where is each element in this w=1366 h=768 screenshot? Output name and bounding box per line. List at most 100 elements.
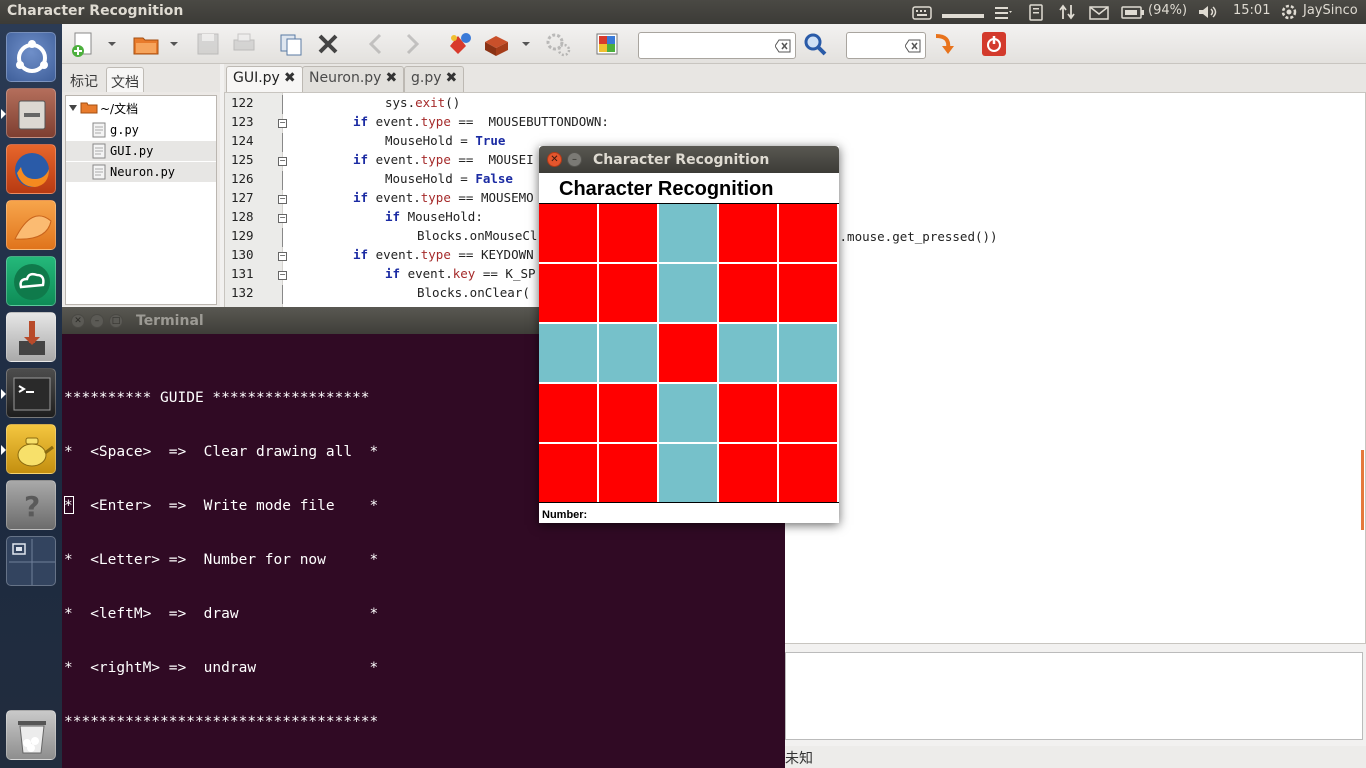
grid-cell-filled[interactable]	[539, 444, 597, 502]
workspace-switcher-icon[interactable]	[6, 536, 56, 586]
close-icon[interactable]: ✕	[547, 152, 562, 167]
grid-cell-empty[interactable]	[659, 204, 717, 262]
tab-gui-py[interactable]: GUI.py ✖	[226, 66, 303, 92]
close-tab-icon[interactable]: ✖	[446, 70, 458, 86]
minimize-icon[interactable]: –	[90, 314, 104, 328]
terminal-icon[interactable]	[1, 368, 56, 418]
fold-toggle-icon[interactable]: −	[278, 271, 287, 280]
print-icon[interactable]	[230, 30, 258, 58]
firefox-icon[interactable]	[6, 144, 56, 194]
keyboard-icon[interactable]	[912, 3, 932, 21]
ubuntu-dash-icon[interactable]	[6, 32, 56, 82]
close-tab-icon[interactable]: ✖	[284, 70, 296, 86]
tab-bookmarks[interactable]: 标记	[66, 67, 102, 93]
grid-cell-filled[interactable]	[599, 204, 657, 262]
grid-cell-empty[interactable]	[659, 444, 717, 502]
network-icon[interactable]	[1027, 3, 1045, 21]
grid-cell-filled[interactable]	[599, 444, 657, 502]
grid-cell-filled[interactable]	[779, 204, 837, 262]
terminal-line: * <leftM> => draw *	[64, 606, 379, 622]
installer-icon[interactable]	[6, 312, 56, 362]
files-icon[interactable]	[1, 88, 56, 138]
grid-cell-filled[interactable]	[719, 444, 777, 502]
orange-app-icon[interactable]	[6, 200, 56, 250]
close-tab-icon[interactable]: ✖	[385, 70, 397, 86]
power-gear-icon[interactable]	[1279, 3, 1299, 21]
goto-line-input[interactable]	[846, 32, 926, 59]
search-icon[interactable]	[801, 30, 829, 58]
grid-cell-filled[interactable]	[719, 204, 777, 262]
input-method-indicator[interactable]	[942, 12, 984, 20]
grid-cell-empty[interactable]	[779, 324, 837, 382]
copy-icon[interactable]	[277, 30, 305, 58]
grid-cell-filled[interactable]	[599, 264, 657, 322]
teapot-app-icon[interactable]	[1, 424, 56, 474]
grid-cell-filled[interactable]	[779, 384, 837, 442]
tab-neuron-py[interactable]: Neuron.py ✖	[302, 66, 405, 92]
scrollbar-indicator[interactable]	[1361, 450, 1364, 530]
plugin-brick-icon[interactable]	[482, 30, 510, 58]
help-icon[interactable]: ?	[6, 480, 56, 530]
drawing-grid[interactable]	[539, 203, 839, 503]
menu-icon[interactable]	[994, 3, 1014, 21]
tree-root[interactable]: ~/文档	[66, 98, 216, 118]
fold-line	[282, 95, 283, 114]
save-icon[interactable]	[194, 30, 222, 58]
run-tool-icon[interactable]	[446, 30, 474, 58]
grid-cell-filled[interactable]	[539, 384, 597, 442]
tree-item-gui-py[interactable]: GUI.py	[66, 141, 216, 161]
grid-cell-empty[interactable]	[599, 324, 657, 382]
color-picker-icon[interactable]	[593, 30, 621, 58]
tree-item-neuron-py[interactable]: Neuron.py	[66, 162, 216, 182]
grid-cell-filled[interactable]	[779, 264, 837, 322]
grid-cell-filled[interactable]	[779, 444, 837, 502]
fold-toggle-icon[interactable]: −	[278, 214, 287, 223]
expander-icon[interactable]	[68, 103, 78, 113]
grid-cell-filled[interactable]	[599, 384, 657, 442]
fold-toggle-icon[interactable]: −	[278, 195, 287, 204]
quit-power-icon[interactable]	[980, 30, 1008, 58]
grid-cell-empty[interactable]	[539, 324, 597, 382]
minimize-icon[interactable]: –	[567, 152, 582, 167]
character-recognition-window[interactable]: ✕ – Character Recognition Character Reco…	[539, 146, 839, 523]
close-icon[interactable]: ✕	[71, 314, 85, 328]
grid-cell-empty[interactable]	[659, 264, 717, 322]
battery-icon[interactable]	[1121, 3, 1145, 21]
open-folder-icon[interactable]	[132, 30, 160, 58]
grid-cell-filled[interactable]	[659, 324, 717, 382]
grid-cell-filled[interactable]	[719, 384, 777, 442]
back-arrow-icon[interactable]	[362, 30, 390, 58]
volume-icon[interactable]	[1197, 3, 1219, 21]
grid-cell-empty[interactable]	[719, 324, 777, 382]
mail-icon[interactable]	[1089, 3, 1109, 21]
cloud-sync-icon[interactable]	[6, 256, 56, 306]
user-name[interactable]: JaySinco	[1303, 3, 1358, 18]
status-language[interactable]: 未知	[785, 748, 813, 768]
maximize-icon[interactable]: □	[109, 314, 123, 328]
grid-cell-empty[interactable]	[659, 384, 717, 442]
grid-cell-filled[interactable]	[719, 264, 777, 322]
new-dropdown-chevron-icon[interactable]	[106, 30, 118, 58]
jump-arrow-icon[interactable]	[930, 30, 958, 58]
tab-documents[interactable]: 文档	[106, 67, 144, 93]
tab-g-py[interactable]: g.py ✖	[404, 66, 465, 92]
new-document-icon[interactable]	[70, 30, 98, 58]
grid-cell-filled[interactable]	[539, 204, 597, 262]
search-input[interactable]	[638, 32, 796, 59]
tree-item-g-py[interactable]: g.py	[66, 120, 216, 140]
clear-goto-icon[interactable]	[905, 39, 921, 53]
cr-titlebar[interactable]: ✕ – Character Recognition	[539, 146, 839, 173]
open-dropdown-chevron-icon[interactable]	[168, 30, 180, 58]
fold-toggle-icon[interactable]: −	[278, 119, 287, 128]
trash-icon[interactable]	[6, 710, 56, 760]
fold-toggle-icon[interactable]: −	[278, 157, 287, 166]
fold-toggle-icon[interactable]: −	[278, 252, 287, 261]
updown-icon[interactable]	[1058, 3, 1076, 21]
clock[interactable]: 15:01	[1233, 3, 1270, 18]
settings-gears-icon[interactable]	[544, 30, 572, 58]
grid-cell-filled[interactable]	[539, 264, 597, 322]
forward-arrow-icon[interactable]	[398, 30, 426, 58]
plugin-dropdown-chevron-icon[interactable]	[520, 30, 532, 58]
clear-search-icon[interactable]	[775, 39, 791, 53]
close-delete-icon[interactable]	[314, 30, 342, 58]
